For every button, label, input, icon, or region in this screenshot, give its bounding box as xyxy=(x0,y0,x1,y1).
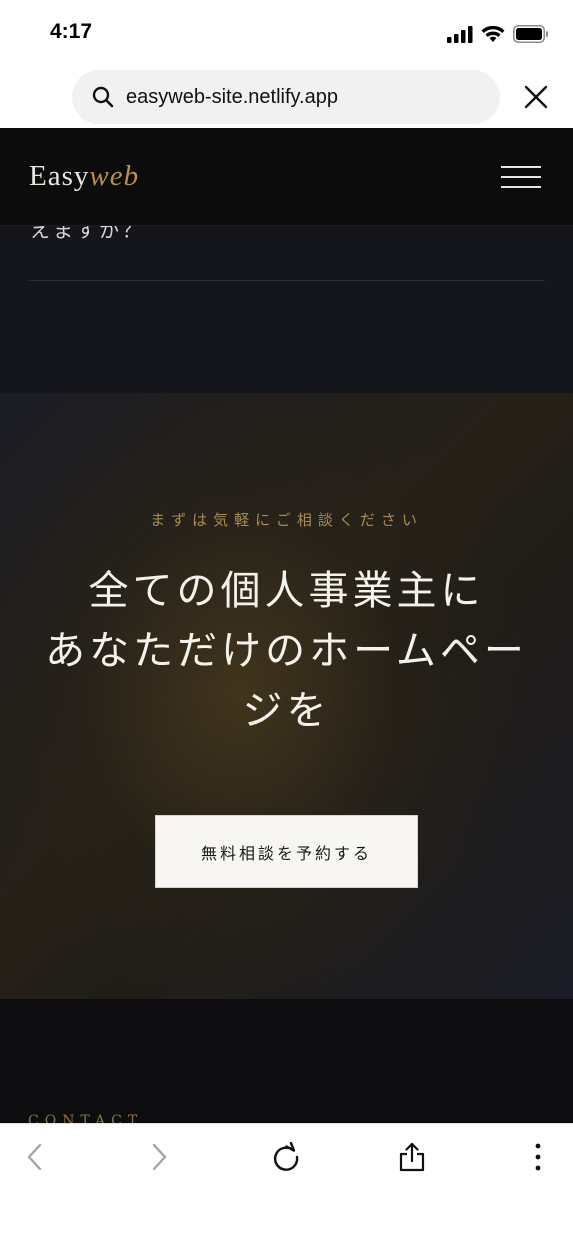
status-bar: 4:17 xyxy=(0,0,573,68)
forward-icon[interactable] xyxy=(144,1142,174,1172)
site-logo[interactable]: Easyweb xyxy=(29,160,139,193)
reload-icon[interactable] xyxy=(271,1142,301,1172)
url-text: easyweb-site.netlify.app xyxy=(126,85,338,108)
cta-headline-line2: あなただけのホームペー xyxy=(45,628,528,674)
hamburger-menu-icon[interactable] xyxy=(501,166,541,188)
faq-divider xyxy=(29,280,545,281)
share-icon[interactable] xyxy=(397,1142,427,1172)
url-field[interactable]: easyweb-site.netlify.app xyxy=(72,70,500,124)
battery-icon xyxy=(513,25,548,43)
cta-headline-line1: 全ての個人事業主に xyxy=(88,568,485,614)
wifi-icon xyxy=(481,25,505,42)
cta-tagline: まずは気軽にご相談ください xyxy=(150,511,423,529)
back-icon[interactable] xyxy=(20,1142,50,1172)
status-icons xyxy=(447,24,549,44)
more-icon[interactable] xyxy=(523,1142,553,1172)
browser-toolbar xyxy=(0,1123,573,1240)
address-bar: easyweb-site.netlify.app xyxy=(0,68,573,128)
web-content: Easyweb えますか？ まずは気軽にご相談ください 全ての個人事業主に あなた… xyxy=(0,128,573,1123)
book-consultation-button[interactable]: 無料相談を予約する xyxy=(155,815,418,888)
faq-section: えますか？ xyxy=(0,218,573,393)
cta-headline: 全ての個人事業主に あなただけのホームペー ジを xyxy=(20,561,553,741)
search-icon xyxy=(92,86,114,108)
cta-section: まずは気軽にご相談ください 全ての個人事業主に あなただけのホームペー ジを 無料相… xyxy=(0,393,573,999)
logo-accent: web xyxy=(89,160,140,192)
contact-label: CONTACT xyxy=(28,1113,144,1123)
cellular-signal-icon xyxy=(447,25,473,43)
status-time: 4:17 xyxy=(50,20,93,43)
cta-headline-line3: ジを xyxy=(242,688,331,734)
contact-section: CONTACT xyxy=(0,999,573,1123)
logo-main: Easy xyxy=(29,160,90,192)
site-header: Easyweb xyxy=(0,128,573,226)
close-icon[interactable] xyxy=(523,84,549,110)
